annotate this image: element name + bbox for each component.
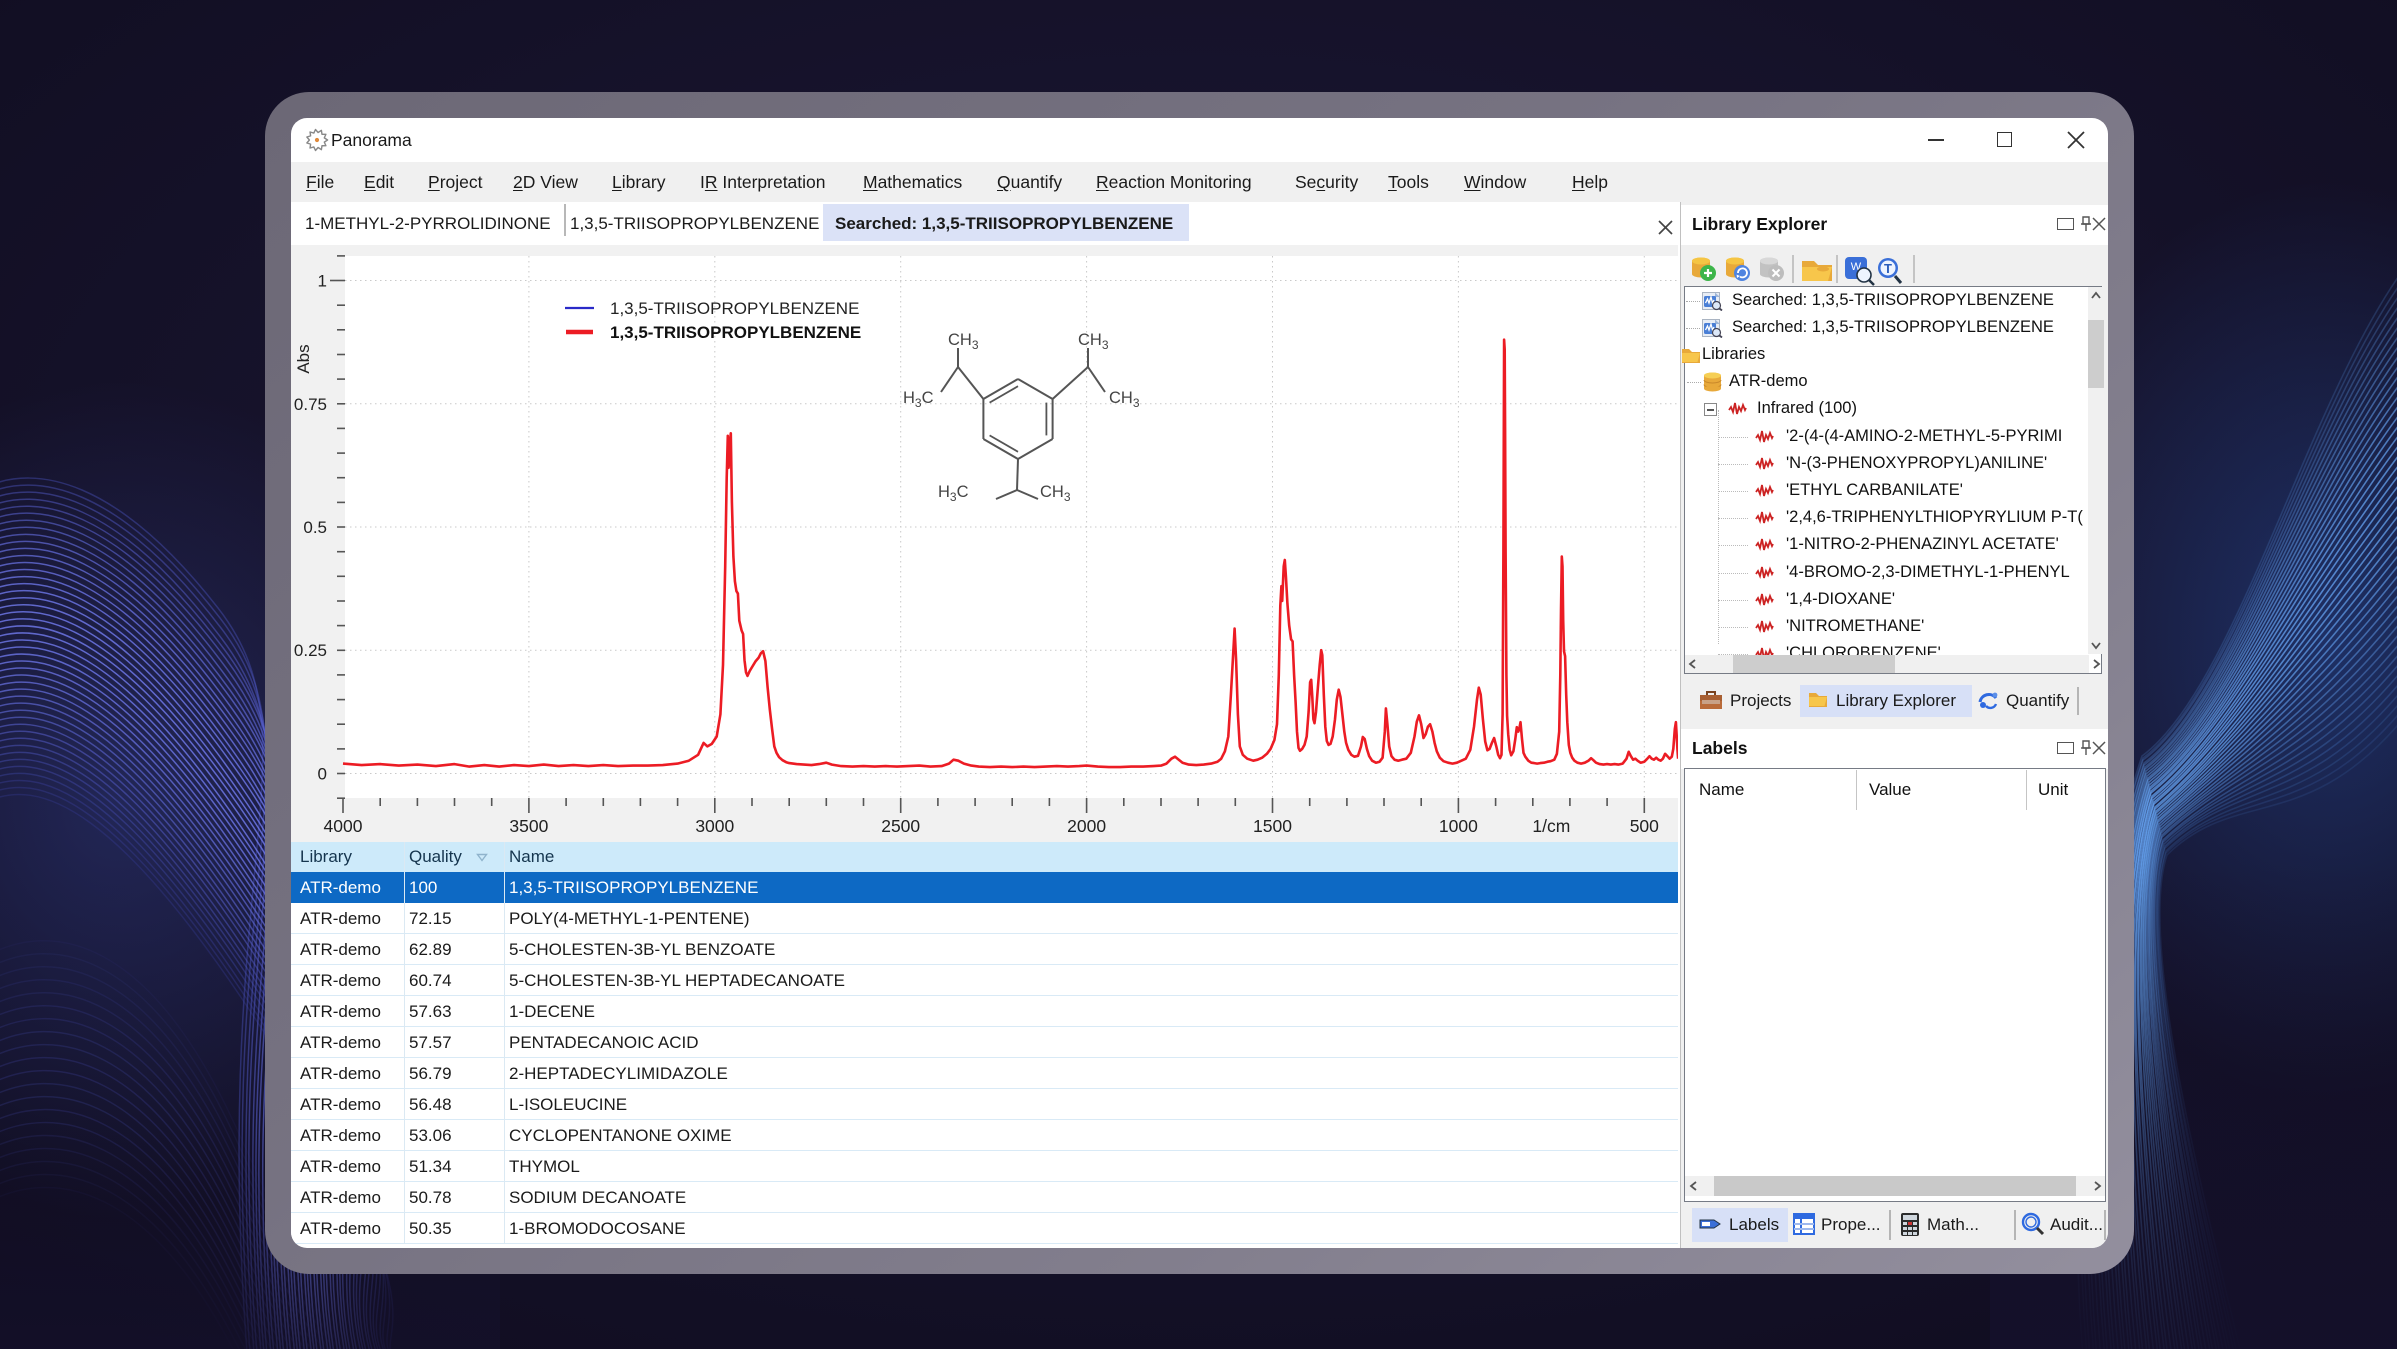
svg-text:2000: 2000: [1067, 816, 1106, 836]
svg-text:1,3,5-TRIISOPROPYLBENZENE: 1,3,5-TRIISOPROPYLBENZENE: [610, 299, 859, 318]
svg-text:500: 500: [1630, 816, 1659, 836]
svg-text:1,3,5-TRIISOPROPYLBENZENE: 1,3,5-TRIISOPROPYLBENZENE: [610, 323, 861, 342]
svg-text:0: 0: [318, 765, 327, 784]
svg-text:1500: 1500: [1253, 816, 1292, 836]
svg-text:0.5: 0.5: [303, 518, 327, 537]
svg-text:3000: 3000: [695, 816, 734, 836]
svg-text:4000: 4000: [324, 816, 363, 836]
svg-text:T: T: [1884, 261, 1892, 276]
svg-text:2500: 2500: [881, 816, 920, 836]
svg-text:Abs: Abs: [294, 344, 313, 373]
svg-text:0.25: 0.25: [294, 641, 327, 660]
svg-text:1/cm: 1/cm: [1532, 816, 1570, 836]
svg-text:1: 1: [318, 272, 327, 291]
svg-text:1000: 1000: [1439, 816, 1478, 836]
svg-text:0.75: 0.75: [294, 395, 327, 414]
svg-text:3500: 3500: [509, 816, 548, 836]
